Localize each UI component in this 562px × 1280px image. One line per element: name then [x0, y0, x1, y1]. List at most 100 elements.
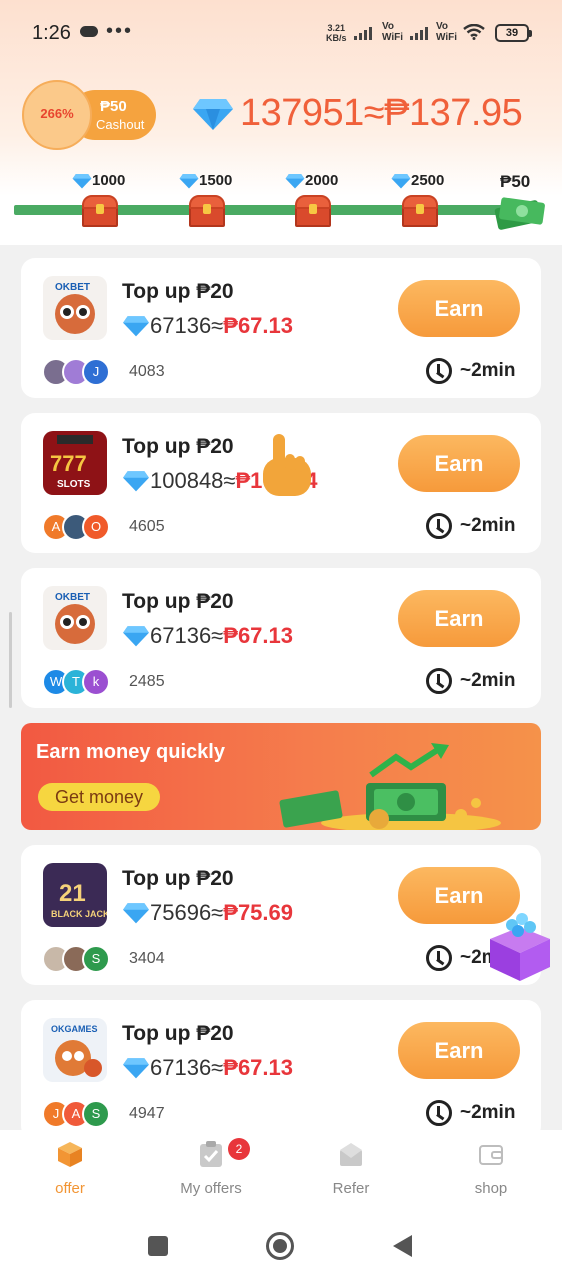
vowifi-label: Vo WiFi: [382, 21, 404, 43]
bottom-navigation: offer My offers Refer shop: [0, 1130, 562, 1210]
svg-text:OKGAMES: OKGAMES: [51, 1024, 98, 1034]
get-money-button[interactable]: Get money: [38, 783, 160, 811]
back-icon[interactable]: [393, 1235, 412, 1257]
offer-time: ~2min: [460, 515, 516, 536]
earn-button[interactable]: Earn: [398, 280, 520, 337]
offer-title: Top up ₱20: [122, 435, 234, 458]
home-icon[interactable]: [266, 1232, 294, 1260]
recent-apps-icon[interactable]: [148, 1236, 168, 1256]
diamond-icon: [122, 902, 150, 924]
clipboard-check-icon: [200, 1141, 222, 1167]
participant-count: 4947: [129, 1105, 165, 1122]
refer-envelope-icon: [340, 1143, 362, 1166]
milestone-value: ₱50: [500, 172, 531, 191]
participant-count: 4605: [129, 518, 165, 535]
pointing-hand-icon: [263, 434, 311, 496]
offer-title: Top up ₱20: [122, 590, 234, 613]
offer-peso: ₱67.13: [223, 313, 293, 338]
offer-gems: 67136≈: [150, 313, 224, 338]
avatar: k: [82, 668, 110, 696]
clock-icon: [426, 513, 452, 539]
earn-money-banner[interactable]: Earn money quickly Get money: [21, 723, 541, 830]
blackjack-app-icon: 21 BLACK JACK: [43, 863, 107, 927]
cashout-button[interactable]: ₱50 Cashout 266%: [22, 80, 156, 150]
milestone-label: 2500: [391, 172, 444, 189]
cloud-icon: [80, 26, 98, 37]
treasure-chest-icon[interactable]: [295, 195, 331, 227]
wifi-icon: [463, 24, 485, 40]
avatar: S: [82, 945, 110, 973]
nav-label: offer: [55, 1180, 85, 1197]
offer-duration: ~2min: [426, 513, 515, 539]
status-bar: 1:26 ••• 3.21 KB/s Vo WiFi Vo WiFi 39: [0, 0, 562, 66]
offer-reward: 67136≈ ₱67.13: [122, 1055, 293, 1081]
svg-text:OKBET: OKBET: [55, 592, 90, 603]
more-notifications-icon: •••: [106, 20, 134, 42]
money-pile-icon: [279, 743, 501, 830]
cashout-amount: ₱50: [100, 98, 127, 115]
diamond-icon: [72, 173, 92, 189]
cashout-percent: 266%: [40, 106, 74, 121]
offer-gems: 100848≈: [150, 468, 236, 493]
cash-stack-icon[interactable]: [492, 190, 548, 230]
milestone-value: 1500: [199, 172, 233, 189]
offer-duration: ~2min: [426, 1100, 515, 1126]
treasure-chest-icon[interactable]: [402, 195, 438, 227]
diamond-icon: [122, 1057, 150, 1079]
offer-gems: 67136≈: [150, 1055, 224, 1080]
avatar: J: [82, 358, 110, 386]
nav-label: My offers: [180, 1180, 242, 1197]
network-speed: 3.21 KB/s: [326, 23, 347, 43]
nav-shop[interactable]: shop: [441, 1140, 541, 1197]
avatar: O: [82, 513, 110, 541]
clock-icon: [426, 945, 452, 971]
participant-avatars: A O: [42, 513, 110, 541]
offer-box-icon: [58, 1142, 82, 1167]
scrollbar[interactable]: [9, 612, 12, 708]
offer-time: ~2min: [460, 360, 516, 381]
nav-refer[interactable]: Refer: [301, 1140, 401, 1197]
svg-text:BLACK JACK: BLACK JACK: [51, 909, 107, 919]
gift-box-icon[interactable]: [480, 905, 558, 983]
offer-card[interactable]: OKBET Top up ₱20 67136≈ ₱67.13 Earn J 408…: [21, 258, 541, 398]
signal-icon: [354, 27, 372, 40]
offer-card[interactable]: 21 BLACK JACK Top up ₱20 75696≈ ₱75.69 Ear…: [21, 845, 541, 985]
cashout-label: Cashout: [96, 117, 145, 132]
offer-reward: 67136≈ ₱67.13: [122, 623, 293, 649]
offer-title: Top up ₱20: [122, 1022, 234, 1045]
network-speed-unit: KB/s: [326, 33, 347, 43]
network-speed-value: 3.21: [327, 23, 346, 33]
diamond-icon: [122, 315, 150, 337]
earn-button[interactable]: Earn: [398, 590, 520, 647]
milestone-label: 1500: [179, 172, 232, 189]
nav-offer[interactable]: offer: [20, 1140, 120, 1197]
banner-title: Earn money quickly: [36, 741, 225, 763]
gem-balance: 137951≈₱137.95: [192, 92, 523, 135]
casino-slots-app-icon: 777 SLOTS: [43, 431, 107, 495]
offer-reward: 75696≈ ₱75.69: [122, 900, 293, 926]
offer-card[interactable]: OKGAMES Top up ₱20 67136≈ ₱67.13 Earn J A…: [21, 1000, 541, 1140]
treasure-chest-icon[interactable]: [189, 195, 225, 227]
participant-avatars: J: [42, 358, 110, 386]
milestone-label: 2000: [285, 172, 338, 189]
participant-count: 3404: [129, 950, 165, 967]
offer-title: Top up ₱20: [122, 867, 234, 890]
svg-text:777: 777: [50, 451, 87, 476]
cashout-progress-circle: 266%: [22, 80, 92, 150]
okbet-app-icon: OKBET: [43, 586, 107, 650]
vowifi-label: Vo WiFi: [436, 21, 458, 43]
offer-time: ~2min: [460, 1102, 516, 1123]
milestone-label: ₱50: [500, 172, 530, 192]
treasure-chest-icon[interactable]: [82, 195, 118, 227]
nav-label: shop: [474, 1180, 508, 1197]
earn-button[interactable]: Earn: [398, 435, 520, 492]
offer-card[interactable]: OKBET Top up ₱20 67136≈ ₱67.13 Earn W T k…: [21, 568, 541, 708]
diamond-icon: [122, 470, 150, 492]
signal-icon: [410, 27, 428, 40]
earn-button[interactable]: Earn: [398, 1022, 520, 1079]
participant-count: 2485: [129, 673, 165, 690]
my-offers-badge: 2: [228, 1138, 250, 1160]
milestone-value: 1000: [92, 172, 126, 189]
diamond-icon: [179, 173, 199, 189]
participant-count: 4083: [129, 363, 165, 380]
